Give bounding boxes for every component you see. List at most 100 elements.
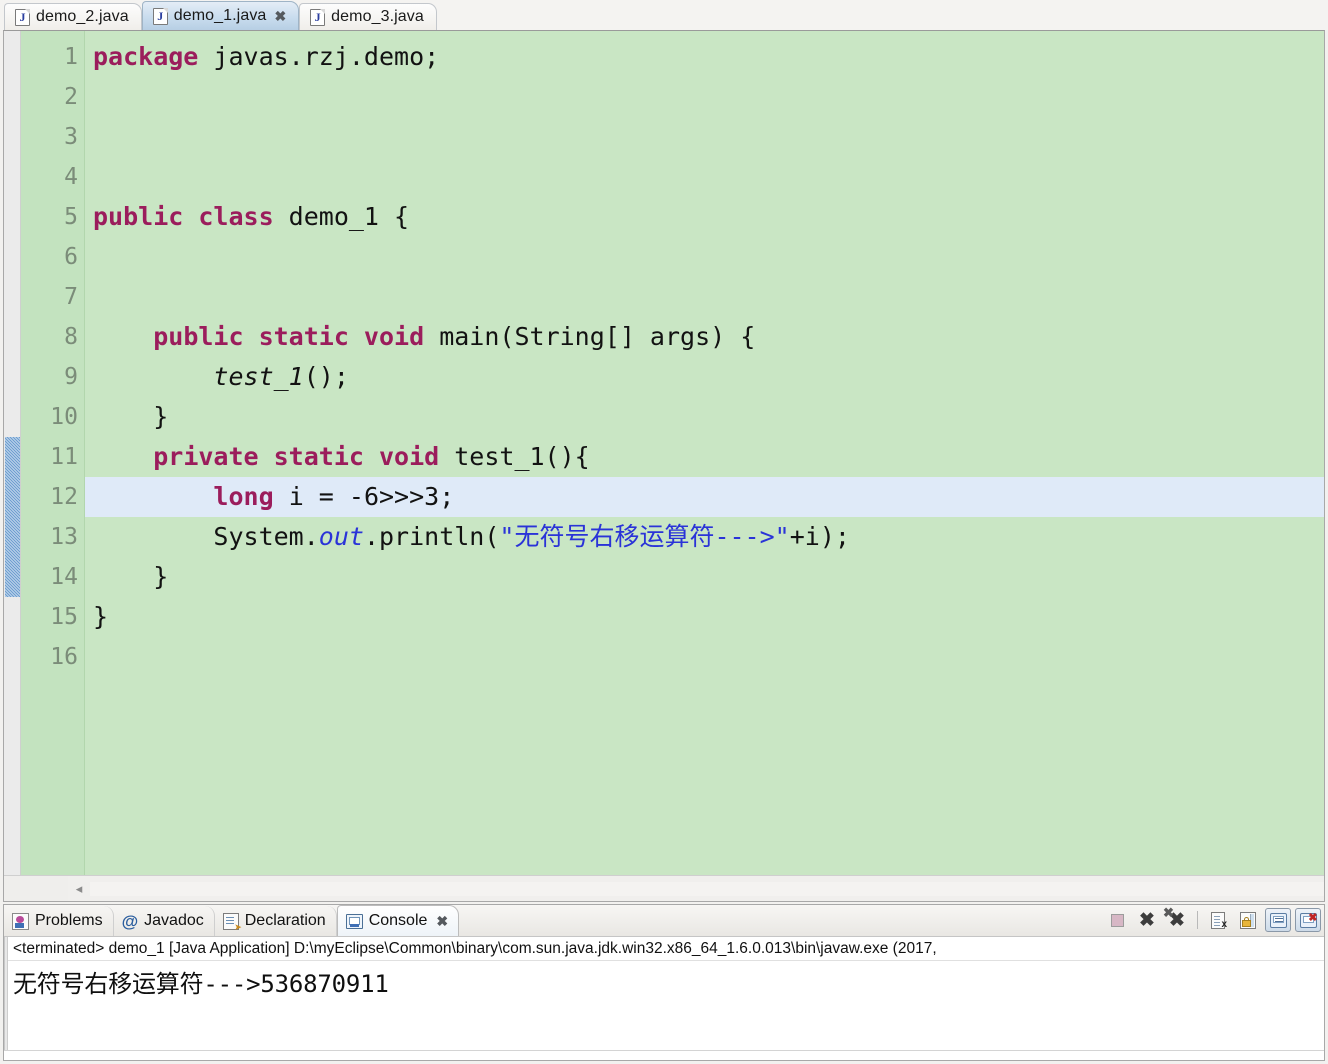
declaration-icon <box>222 912 242 933</box>
window-bottom-edge <box>4 1050 1324 1060</box>
java-editor: 1 2 3 4 5 6 7 8 9 10 11 12 13 14 15 16 package javas.rz… <box>3 30 1325 902</box>
code-line[interactable] <box>85 117 1324 157</box>
console-output-area[interactable]: <terminated> demo_1 [Java Application] D… <box>4 937 1324 1050</box>
line-number: 13 <box>50 524 78 550</box>
code-line[interactable] <box>85 157 1324 197</box>
console-view-toolbar: ✖ ✖ x ✖ <box>1104 906 1324 936</box>
view-tab-console[interactable]: Console ✖ <box>336 905 460 936</box>
code-token-pln: +i); <box>789 522 850 551</box>
scrollbar-left-pad <box>4 876 68 901</box>
java-file-icon <box>15 8 30 26</box>
line-number: 1 <box>64 44 78 70</box>
scroll-lock-icon <box>1240 911 1256 929</box>
code-token-pln <box>93 482 213 511</box>
eclipse-ide-window: demo_2.javademo_1.java✖demo_3.java 12345… <box>0 0 1328 1064</box>
close-icon[interactable]: ✖ <box>274 9 286 23</box>
editor-tab-label: demo_3.java <box>331 8 424 25</box>
line-number: 6 <box>64 244 78 270</box>
problems-icon <box>12 912 29 930</box>
line-number: 14 <box>50 564 78 590</box>
view-tab-javadoc[interactable]: @ Javadoc <box>114 906 215 936</box>
change-ruler[interactable] <box>4 31 21 875</box>
bottom-view-stack: Problems@JavadocDeclarationConsole✖ ✖✖x✖… <box>3 904 1325 1061</box>
pin-console-button[interactable] <box>1265 908 1291 932</box>
code-token-pln: } <box>93 402 169 431</box>
change-bar-indicator <box>5 437 20 597</box>
toolbar-separator <box>1197 911 1198 929</box>
remove-launch-button[interactable]: ✖ <box>1134 908 1160 932</box>
code-line[interactable]: private static void test_1(){ <box>85 437 1324 477</box>
line-number: 11 <box>50 444 78 470</box>
view-tab-label: Console <box>368 912 428 929</box>
view-tab-label: Declaration <box>244 912 326 929</box>
scrollbar-track[interactable] <box>90 881 1324 896</box>
view-tab-declaration[interactable]: Declaration <box>215 906 337 936</box>
at-sign-icon: @ <box>121 911 139 931</box>
line-number: 16 <box>50 644 78 670</box>
code-line[interactable]: public class demo_1 { <box>85 197 1324 237</box>
code-line[interactable]: } <box>85 557 1324 597</box>
code-token-kw: public static void <box>153 322 425 351</box>
line-number-ruler: 1 2 3 4 5 6 7 8 9 10 11 12 13 14 15 16 <box>21 31 85 875</box>
code-token-pln <box>93 322 153 351</box>
code-token-pln: demo_1 { <box>273 202 410 231</box>
view-tab-label: Javadoc <box>144 912 204 929</box>
clear-console-button[interactable]: x <box>1205 908 1231 932</box>
code-token-str: "无符号右移运算符--->" <box>499 522 790 551</box>
remove-all-launches-button[interactable]: ✖ <box>1163 906 1190 932</box>
code-line[interactable] <box>85 237 1324 277</box>
code-token-mth: test_1 <box>213 362 304 391</box>
terminate-button[interactable] <box>1104 908 1130 932</box>
code-line[interactable]: package javas.rzj.demo; <box>85 37 1324 77</box>
code-line[interactable]: test_1(); <box>85 357 1324 397</box>
pin-console-icon <box>1269 912 1287 928</box>
editor-horizontal-scrollbar[interactable]: ◂ <box>4 875 1324 901</box>
console-process-label: <terminated> demo_1 [Java Application] D… <box>5 937 1324 961</box>
code-token-kw: private static void <box>153 442 440 471</box>
editor-tab-label: demo_2.java <box>36 8 129 25</box>
code-token-stat: out <box>318 522 364 551</box>
java-file-icon <box>310 8 326 26</box>
code-line[interactable]: public static void main(String[] args) { <box>85 317 1324 357</box>
view-tab-label: Problems <box>35 912 103 929</box>
code-token-pln: i = -6>>>3; <box>273 482 455 511</box>
remove-x-icon: ✖ <box>1139 909 1155 931</box>
code-line[interactable] <box>85 77 1324 117</box>
code-line[interactable] <box>85 637 1324 677</box>
code-line[interactable]: long i = -6>>>3; <box>85 477 1324 517</box>
code-token-pln: System. <box>93 522 319 551</box>
code-line[interactable]: System.out.println("无符号右移运算符--->"+i); <box>85 517 1324 557</box>
line-number: 8 <box>64 324 78 350</box>
remove-all-x-icon: ✖ <box>1163 906 1185 930</box>
line-number: 4 <box>64 164 78 190</box>
scroll-left-arrow-icon[interactable]: ◂ <box>68 878 90 900</box>
code-token-kw: package <box>93 42 199 71</box>
scroll-lock-button[interactable] <box>1235 908 1261 932</box>
line-number: 10 <box>50 404 78 430</box>
console-output-text: 无符号右移运算符--->536870911 <box>13 970 389 998</box>
display-console-button[interactable]: ✖ <box>1295 908 1321 932</box>
console-left-rule <box>5 937 8 1050</box>
editor-tab-demo_1-java[interactable]: demo_1.java ✖ <box>141 1 300 30</box>
line-number: 2 <box>64 84 78 110</box>
line-number: 9 <box>64 364 78 390</box>
line-number: 7 <box>64 284 78 310</box>
code-token-kw: long <box>213 482 274 511</box>
editor-text-area[interactable]: 1 2 3 4 5 6 7 8 9 10 11 12 13 14 15 16 package javas.rz… <box>4 31 1324 875</box>
source-code[interactable]: package javas.rzj.demo; public class dem… <box>85 31 1324 875</box>
view-tab-problems[interactable]: Problems <box>4 906 114 936</box>
code-line[interactable]: } <box>85 597 1324 637</box>
editor-tab-demo_3-java[interactable]: demo_3.java <box>299 3 437 30</box>
code-token-pln: } <box>93 562 169 591</box>
view-tab-bar: Problems @ Javadoc Declaration Console ✖ ✖ ✖ x ✖ <box>4 905 1324 937</box>
stop-square-icon <box>1110 913 1124 927</box>
code-token-pln <box>93 442 153 471</box>
close-icon[interactable]: ✖ <box>436 913 448 930</box>
line-number: 5 <box>64 204 78 230</box>
code-line[interactable] <box>85 277 1324 317</box>
code-token-pln: } <box>93 602 109 631</box>
code-line[interactable]: } <box>85 397 1324 437</box>
editor-tab-demo_2-java[interactable]: demo_2.java <box>4 3 142 30</box>
editor-tab-bar: demo_2.java demo_1.java ✖ demo_3.java <box>0 0 1328 30</box>
code-token-pln: .println( <box>363 522 500 551</box>
